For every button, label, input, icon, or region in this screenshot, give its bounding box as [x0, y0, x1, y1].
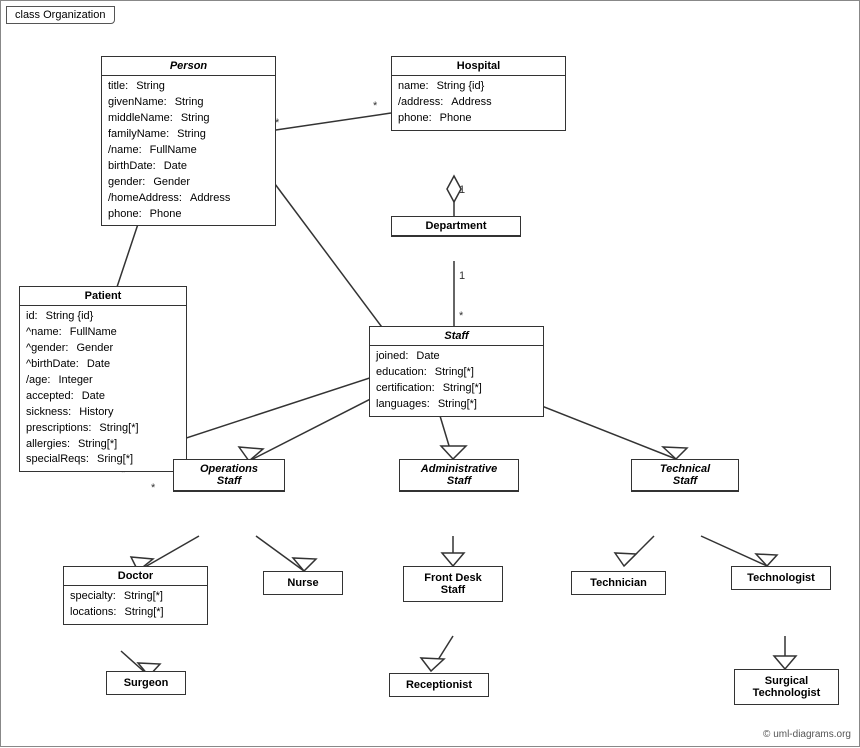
department-class: Department: [391, 216, 521, 237]
hospital-attrs: name:String {id} /address:Address phone:…: [392, 76, 565, 130]
operations-staff-title: OperationsStaff: [174, 460, 284, 491]
hospital-title: Hospital: [392, 57, 565, 76]
doctor-attrs: specialty:String[*] locations:String[*]: [64, 586, 207, 624]
department-title: Department: [392, 217, 520, 236]
patient-title: Patient: [20, 287, 186, 306]
technologist-class: Technologist: [731, 566, 831, 590]
front-desk-staff-class: Front DeskStaff: [403, 566, 503, 602]
svg-text:*: *: [459, 310, 464, 322]
doctor-class: Doctor specialty:String[*] locations:Str…: [63, 566, 208, 625]
svg-text:1: 1: [459, 184, 465, 196]
copyright: © uml-diagrams.org: [763, 729, 851, 740]
svg-text:1: 1: [459, 270, 465, 282]
operations-staff-class: OperationsStaff: [173, 459, 285, 492]
patient-attrs: id:String {id} ^name:FullName ^gender:Ge…: [20, 306, 186, 471]
surgical-technologist-class: SurgicalTechnologist: [734, 669, 839, 705]
surgeon-class: Surgeon: [106, 671, 186, 695]
staff-title: Staff: [370, 327, 543, 346]
administrative-staff-title: AdministrativeStaff: [400, 460, 518, 491]
doctor-title: Doctor: [64, 567, 207, 586]
person-class: Person title:String givenName:String mid…: [101, 56, 276, 226]
diagram-container: class Organization * * 1 * 1 *: [0, 0, 860, 747]
nurse-class: Nurse: [263, 571, 343, 595]
person-title: Person: [102, 57, 275, 76]
staff-class: Staff joined:Date education:String[*] ce…: [369, 326, 544, 417]
person-attrs: title:String givenName:String middleName…: [102, 76, 275, 225]
svg-text:*: *: [373, 100, 378, 112]
technician-class: Technician: [571, 571, 666, 595]
administrative-staff-class: AdministrativeStaff: [399, 459, 519, 492]
technical-staff-class: TechnicalStaff: [631, 459, 739, 492]
technical-staff-title: TechnicalStaff: [632, 460, 738, 491]
patient-class: Patient id:String {id} ^name:FullName ^g…: [19, 286, 187, 472]
diagram-title: class Organization: [6, 6, 115, 24]
svg-text:*: *: [151, 482, 156, 494]
receptionist-class: Receptionist: [389, 673, 489, 697]
hospital-class: Hospital name:String {id} /address:Addre…: [391, 56, 566, 131]
staff-attrs: joined:Date education:String[*] certific…: [370, 346, 543, 416]
